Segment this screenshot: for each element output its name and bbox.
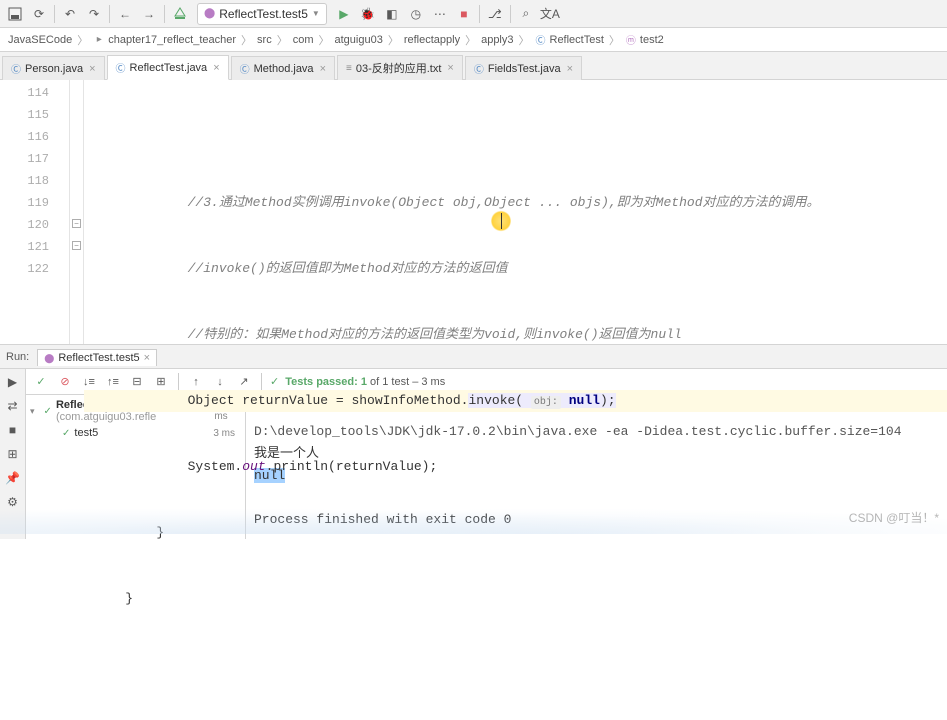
breadcrumb-item[interactable]: src	[253, 34, 276, 46]
back-icon[interactable]: ←	[114, 3, 136, 25]
breadcrumb-bar: JavaSECode 〉 ▸chapter17_reflect_teacher …	[0, 28, 947, 52]
chevron-right-icon: 〉	[77, 32, 88, 48]
chevron-right-icon: 〉	[277, 32, 288, 48]
editor-tabs: ⒸPerson.java× ⒸReflectTest.java× ⒸMethod…	[0, 52, 947, 80]
code-editor[interactable]: 114 115 116 117 118 119 120 121 122 − − …	[0, 80, 947, 344]
separator	[54, 5, 55, 23]
rerun-icon[interactable]: ▶	[4, 373, 22, 391]
search-icon[interactable]: ⌕	[515, 3, 537, 25]
tab-fieldstest[interactable]: ⒸFieldsTest.java×	[465, 56, 582, 80]
junit-icon: ⬤	[204, 8, 215, 19]
line-gutter: 114 115 116 117 118 119 120 121 122	[0, 80, 70, 344]
stop-icon[interactable]: ■	[453, 3, 475, 25]
tab-reflecttest[interactable]: ⒸReflectTest.java×	[107, 55, 229, 80]
fold-column: − −	[70, 80, 84, 344]
close-icon[interactable]: ×	[320, 63, 326, 75]
breadcrumb-item[interactable]: atguigu03	[330, 34, 386, 46]
breadcrumb-item[interactable]: apply3	[477, 34, 517, 46]
breadcrumb-item[interactable]: ⓜtest2	[621, 34, 668, 46]
breadcrumb-item[interactable]: ▸chapter17_reflect_teacher	[89, 34, 240, 46]
separator	[510, 5, 511, 23]
close-icon[interactable]: ×	[447, 62, 453, 74]
txt-icon: ≡	[346, 63, 352, 74]
coverage-icon[interactable]: ◧	[381, 3, 403, 25]
translate-icon[interactable]: 文A	[539, 3, 561, 25]
profile-icon[interactable]: ◷	[405, 3, 427, 25]
class-icon: Ⓒ	[535, 34, 547, 46]
chevron-right-icon: 〉	[519, 32, 530, 48]
separator	[479, 5, 480, 23]
java-icon: Ⓒ	[116, 60, 126, 75]
check-icon: ✓	[62, 428, 70, 439]
junit-icon: ⬤	[44, 353, 54, 364]
close-icon[interactable]: ×	[213, 62, 219, 74]
folder-icon: ▸	[93, 34, 105, 46]
breadcrumb-item[interactable]: reflectapply	[400, 34, 464, 46]
run-tab[interactable]: ⬤ ReflectTest.test5 ×	[37, 349, 157, 366]
breadcrumb-item[interactable]: com	[289, 34, 318, 46]
breadcrumb-item[interactable]: ⒸReflectTest	[531, 34, 608, 46]
separator	[164, 5, 165, 23]
chevron-right-icon: 〉	[241, 32, 252, 48]
toggle-icon[interactable]: ⇄	[4, 397, 22, 415]
chevron-right-icon: 〉	[465, 32, 476, 48]
refresh-icon[interactable]: ⟳	[28, 3, 50, 25]
java-icon: Ⓒ	[474, 61, 484, 76]
build-icon[interactable]	[169, 3, 191, 25]
watermark: CSDN @叮当！*	[849, 509, 939, 526]
close-icon[interactable]: ×	[567, 63, 573, 75]
redo-icon[interactable]: ↷	[83, 3, 105, 25]
fold-icon[interactable]: −	[72, 241, 81, 250]
separator	[109, 5, 110, 23]
check-icon: ✓	[44, 406, 52, 417]
code-content[interactable]: //3.通过Method实例调用invoke(Object obj,Object…	[84, 80, 947, 344]
chevron-right-icon: 〉	[388, 32, 399, 48]
run-label: Run:	[6, 351, 29, 363]
pin-icon[interactable]: 📌	[4, 469, 22, 487]
close-icon[interactable]: ×	[144, 352, 150, 364]
close-icon[interactable]: ×	[89, 63, 95, 75]
run-tool-column: ▶ ⇄ ■ ⊞ 📌 ⚙	[0, 369, 26, 539]
vcs-icon[interactable]: ⎇	[484, 3, 506, 25]
run-config-label: ReflectTest.test5	[219, 7, 308, 21]
save-icon[interactable]	[4, 3, 26, 25]
cross-icon[interactable]: ⊘	[56, 373, 74, 391]
breadcrumb-item[interactable]: JavaSECode	[4, 34, 76, 46]
run-config-selector[interactable]: ⬤ ReflectTest.test5 ▼	[197, 3, 327, 25]
java-icon: Ⓒ	[240, 61, 250, 76]
chevron-down-icon[interactable]: ▾	[30, 406, 40, 417]
tab-txt[interactable]: ≡03-反射的应用.txt×	[337, 55, 463, 80]
stop-icon[interactable]: ■	[4, 421, 22, 439]
tab-method[interactable]: ⒸMethod.java×	[231, 56, 335, 80]
forward-icon[interactable]: →	[138, 3, 160, 25]
undo-icon[interactable]: ↶	[59, 3, 81, 25]
chevron-down-icon: ▼	[312, 9, 320, 18]
run-icon[interactable]: ▶	[333, 3, 355, 25]
check-icon[interactable]: ✓	[32, 373, 50, 391]
chevron-right-icon: 〉	[609, 32, 620, 48]
debug-icon[interactable]: 🐞	[357, 3, 379, 25]
fold-icon[interactable]: −	[72, 219, 81, 228]
chevron-right-icon: 〉	[318, 32, 329, 48]
tab-person[interactable]: ⒸPerson.java×	[2, 56, 105, 80]
settings-icon[interactable]: ⚙	[4, 493, 22, 511]
method-icon: ⓜ	[625, 34, 637, 46]
layout-icon[interactable]: ⊞	[4, 445, 22, 463]
attach-icon[interactable]: ⋯	[429, 3, 451, 25]
main-toolbar: ⟳ ↶ ↷ ← → ⬤ ReflectTest.test5 ▼ ▶ 🐞 ◧ ◷ …	[0, 0, 947, 28]
java-icon: Ⓒ	[11, 61, 21, 76]
text-cursor-icon	[491, 210, 511, 232]
